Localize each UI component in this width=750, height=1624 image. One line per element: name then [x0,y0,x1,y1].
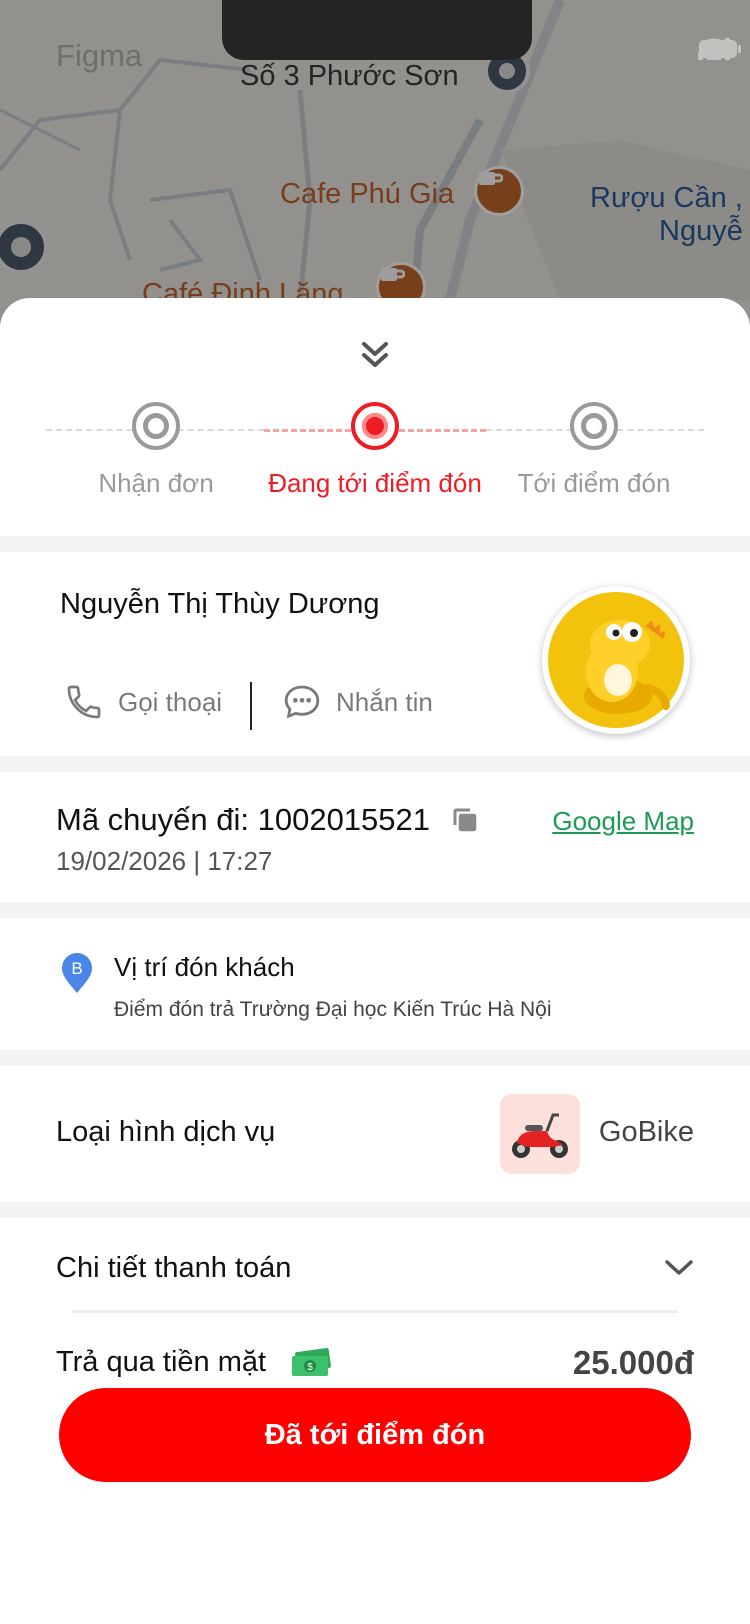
arrived-at-pickup-button[interactable]: Đã tới điểm đón [59,1388,691,1482]
customer-card: Nguyễn Thị Thùy Dương Gọi thoại Nhắn tin [0,552,750,756]
service-name: GoBike [598,1116,694,1148]
copy-icon[interactable] [450,805,480,835]
pickup-marker-icon: B [62,953,92,993]
scooter-icon [500,1094,580,1174]
payment-divider [72,1310,678,1313]
chat-bubble-icon [284,685,320,719]
chevron-down-icon[interactable] [664,1258,694,1278]
google-map-link[interactable]: Google Map [552,806,694,837]
message-label: Nhắn tin [336,686,433,717]
trip-info-card: Mã chuyến đi: 1002015521 19/02/2026 | 17… [0,772,750,902]
pickup-marker-letter: B [71,959,82,978]
service-type-title: Loại hình dịch vụ [56,1116,276,1148]
step-label-at-pickup: Tới điểm đón [517,468,671,498]
trip-progress-card: Nhận đơn Đang tới điểm đón Tới điểm đón [0,298,750,536]
call-button[interactable]: Gọi thoại [64,682,222,722]
payment-amount: 25.000đ [572,1344,694,1381]
action-divider [250,682,252,730]
trip-datetime: 19/02/2026 | 17:27 [56,846,273,876]
message-button[interactable]: Nhắn tin [282,682,433,722]
cash-icon: $ [292,1347,332,1376]
svg-text:$: $ [307,1362,313,1373]
pickup-address: Điểm đón trả Trường Đại học Kiến Trúc Hà… [114,998,552,1021]
device-notch [222,0,532,60]
trip-bottom-sheet: Nhận đơn Đang tới điểm đón Tới điểm đón … [0,298,750,1624]
call-label: Gọi thoại [118,686,223,717]
trip-code-text: Mã chuyến đi: 1002015521 [56,802,431,837]
customer-name: Nguyễn Thị Thùy Dương [60,588,380,620]
step-dot-heading-to-pickup [351,402,399,450]
customer-avatar[interactable] [542,586,690,734]
pickup-title: Vị trí đón khách [114,952,295,982]
battery-icon [699,40,741,58]
step-dot-received [132,402,180,450]
phone-icon [67,685,101,719]
trip-code: Mã chuyến đi: 1002015521 [56,802,480,838]
dino-avatar-image [548,592,684,728]
service-type-card: Loại hình dịch vụ GoBike [0,1066,750,1202]
step-dot-at-pickup [570,402,618,450]
trip-stepper: Nhận đơn Đang tới điểm đón Tới điểm đón [0,298,750,536]
payment-details-title[interactable]: Chi tiết thanh toán [56,1252,291,1285]
payment-method-label: Trả qua tiền mặt [56,1346,267,1378]
map-view[interactable]: Figma Số 3 Phước Sơn Cafe Phú Gia Café Đ… [0,0,750,340]
pickup-location-card: B Vị trí đón khách Điểm đón trả Trường Đ… [0,918,750,1050]
payment-method: Trả qua tiền mặt $ [56,1346,332,1379]
